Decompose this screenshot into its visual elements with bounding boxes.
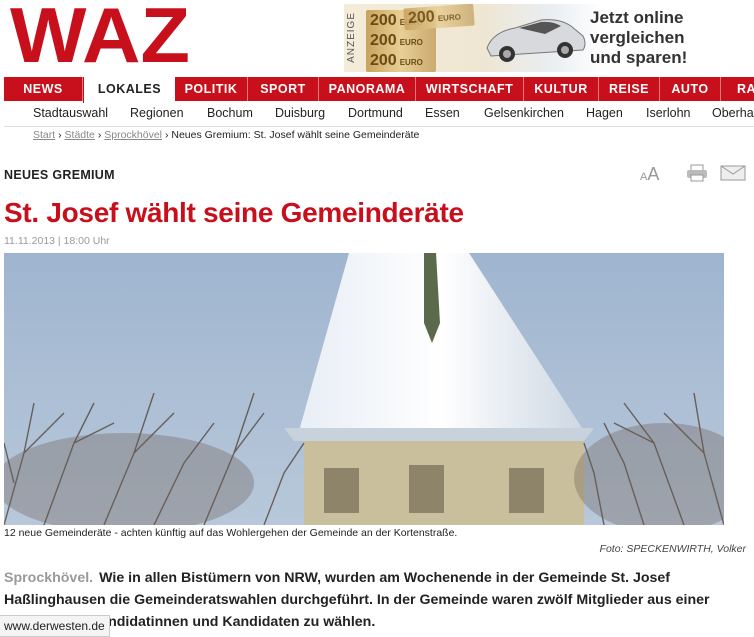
breadcrumb: Start › Städte › Sprockhövel › Neues Gre… — [33, 129, 419, 141]
subnav-item-gelsenkirchen[interactable]: Gelsenkirchen — [484, 106, 564, 120]
nav-item-reise[interactable]: REISE — [599, 77, 660, 101]
subnav-item-duisburg[interactable]: Duisburg — [275, 106, 325, 120]
breadcrumb-separator: › — [164, 129, 169, 141]
logo-text: WAZ — [10, 2, 190, 68]
breadcrumb-separator: › — [58, 129, 62, 141]
lead-text: Wie in allen Bistümern von NRW, wurden a… — [4, 570, 710, 630]
article-lead: Sprockhövel. Wie in allen Bistümern von N… — [4, 567, 744, 633]
subnav-item-hagen[interactable]: Hagen — [586, 106, 623, 120]
article-title: St. Josef wählt seine Gemeinderäte — [4, 197, 464, 228]
breadcrumb-start[interactable]: Start — [33, 129, 55, 141]
subnav-item-dortmund[interactable]: Dortmund — [348, 106, 403, 120]
subnav-item-oberhausen[interactable]: Oberha — [712, 106, 754, 120]
breadcrumb-current: Neues Gremium: St. Josef wählt seine Gem… — [171, 129, 420, 141]
advertisement-banner[interactable]: ANZEIGE 200EURO 200EURO 200EURO 200EURO … — [344, 4, 690, 72]
nav-item-sport[interactable]: SPORT — [248, 77, 319, 101]
ad-headline: Jetzt online vergleichen und sparen! — [590, 8, 688, 67]
text-size-icon[interactable]: AA — [640, 164, 659, 185]
nav-item-news[interactable]: NEWS — [4, 77, 83, 101]
nav-item-lokales[interactable]: LOKALES — [83, 77, 175, 103]
lead-location: Sprockhövel. — [4, 570, 94, 586]
nav-item-auto[interactable]: AUTO — [660, 77, 721, 101]
subnav-item-iserlohn[interactable]: Iserlohn — [646, 106, 690, 120]
printer-icon[interactable] — [686, 164, 708, 182]
sub-nav: Stadtauswahl Regionen Bochum Duisburg Do… — [4, 102, 754, 127]
banknote-image: 200EURO — [366, 50, 436, 72]
article-photo[interactable] — [4, 253, 724, 525]
banknote-image: 200EURO — [366, 30, 436, 52]
subnav-item-essen[interactable]: Essen — [425, 106, 460, 120]
subnav-item-stadtauswahl[interactable]: Stadtauswahl — [33, 106, 108, 120]
ad-label: ANZEIGE — [346, 12, 357, 63]
envelope-icon[interactable] — [720, 165, 746, 181]
status-bar-url: www.derwesten.de — [0, 615, 110, 637]
breadcrumb-town[interactable]: Sprockhövel — [104, 129, 162, 141]
nav-item-ratgeber[interactable]: RA — [721, 77, 754, 101]
car-image — [486, 19, 586, 62]
waz-logo[interactable]: WAZ — [10, 2, 192, 68]
nav-item-panorama[interactable]: PANORAMA — [319, 77, 416, 101]
photo-credit: Foto: SPECKENWIRTH, Volker — [599, 543, 746, 555]
nav-item-wirtschaft[interactable]: WIRTSCHAFT — [416, 77, 524, 101]
breadcrumb-staedte[interactable]: Städte — [65, 129, 95, 141]
nav-item-politik[interactable]: POLITIK — [175, 77, 248, 101]
breadcrumb-separator: › — [97, 129, 102, 141]
photo-caption: 12 neue Gemeinderäte - achten künftig au… — [4, 527, 458, 539]
article-kicker: NEUES GREMIUM — [4, 168, 115, 182]
subnav-item-bochum[interactable]: Bochum — [207, 106, 253, 120]
main-nav: NEWS LOKALES POLITIK SPORT PANORAMA WIRT… — [4, 77, 754, 103]
nav-item-kultur[interactable]: KULTUR — [524, 77, 599, 101]
subnav-item-regionen[interactable]: Regionen — [130, 106, 184, 120]
article-date: 11.11.2013 | 18:00 Uhr — [4, 235, 110, 247]
article-tools: AA — [640, 160, 750, 184]
banknote-image: 200EURO — [403, 4, 475, 31]
